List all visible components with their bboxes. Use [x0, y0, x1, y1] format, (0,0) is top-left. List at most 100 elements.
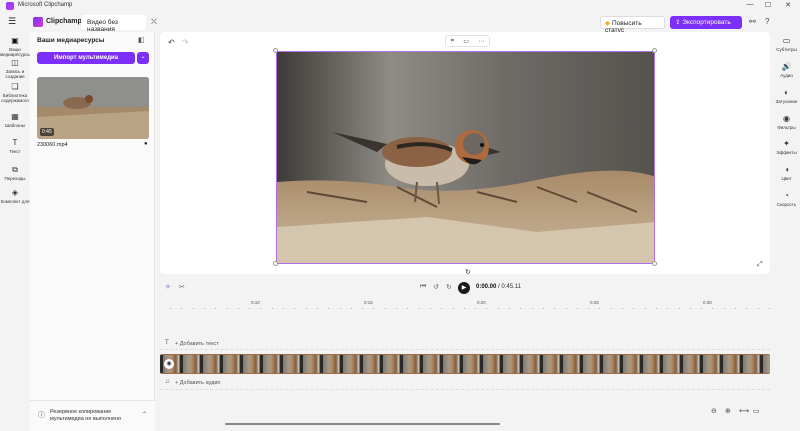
upgrade-button[interactable]: ◆ Повысить статус: [600, 16, 665, 34]
sidebar-item-templates[interactable]: ▦ Шаблоны: [0, 112, 30, 128]
help-icon[interactable]: ?: [765, 17, 769, 26]
ruler-tick: 0:30: [703, 300, 712, 305]
sidebar-item-label: Библиотека содержимого: [1, 93, 29, 103]
timeline-ruler[interactable]: 0:10 0:15 0:20 0:25 0:30: [160, 298, 770, 312]
ruler-dot: [576, 308, 578, 309]
hide-track-icon[interactable]: ◉: [164, 359, 174, 369]
split-icon[interactable]: ✂: [179, 283, 185, 291]
sidebar-item-captions[interactable]: ▭ Субтитры: [773, 36, 800, 52]
project-title-field[interactable]: Видео без названия: [81, 15, 146, 33]
ruler-dot: [249, 308, 251, 309]
more-options-icon[interactable]: ⋯: [478, 38, 484, 45]
clipchamp-logo: [33, 17, 43, 27]
hamburger-menu-icon[interactable]: ☰: [8, 17, 16, 26]
undo-icon[interactable]: ↶: [168, 38, 175, 47]
ruler-dot: [260, 308, 262, 309]
fullscreen-icon[interactable]: ⤢: [757, 261, 763, 269]
timecode: 0:00.00 / 0:45.11: [476, 284, 521, 290]
playback-controls: ✧ ✂ ⏮ ↺ ↻ ▶ 0:00.00 / 0:45.11: [160, 280, 770, 296]
ruler-dot: [283, 308, 284, 309]
app-icon: [6, 2, 14, 10]
ruler-dot: [294, 308, 296, 309]
ruler-dot: [610, 308, 612, 309]
clipchamp-app: Microsoft Clipchamp — ☐ ✕ ☰ Clipchamp Ви…: [0, 0, 800, 431]
import-options-button[interactable]: ⌄: [137, 52, 149, 64]
expand-timeline-icon[interactable]: ▭: [753, 407, 760, 415]
sidebar-item-label: Текст: [9, 149, 21, 154]
ruler-dot: [520, 308, 522, 309]
share-icon[interactable]: ⚯: [749, 17, 756, 26]
sidebar-item-speed[interactable]: ◔ Скорость: [773, 191, 800, 207]
transitions-icon: ⧉: [12, 165, 18, 174]
ruler-dot: [497, 308, 499, 309]
ruler-dot: [237, 308, 239, 309]
fit-icon[interactable]: ▭: [463, 38, 469, 45]
ruler-dot: [396, 308, 397, 309]
forward-5-icon[interactable]: ↻: [446, 283, 452, 291]
sidebar-item-label: Комплект для: [0, 199, 30, 204]
ruler-dot: [339, 308, 341, 309]
cloud-sync-off-icon[interactable]: ⛌: [151, 17, 157, 27]
ruler-dot: [373, 308, 375, 309]
brand-name: Clipchamp: [46, 18, 82, 25]
magic-icon[interactable]: ✧: [165, 283, 171, 291]
ruler-dot: [554, 308, 556, 309]
preview-canvas: ↶ ↷ ⌗ ▭ ⋯ ↻ ⤢: [160, 32, 770, 276]
resize-handle[interactable]: [273, 261, 278, 266]
resize-handle[interactable]: [652, 48, 657, 53]
timeline-zoom-controls: ⊖ ⊕ ⟷ ▭: [711, 407, 766, 419]
rotate-icon[interactable]: ↻: [465, 268, 471, 276]
sidebar-item-content-library[interactable]: ❏ Библиотека содержимого: [0, 82, 30, 103]
captions-icon: ▭: [782, 36, 791, 45]
play-button[interactable]: ▶: [458, 282, 470, 294]
collapse-panel-icon[interactable]: ◧: [138, 36, 145, 44]
resize-handle[interactable]: [273, 48, 278, 53]
sidebar-item-text[interactable]: T Текст: [0, 138, 30, 154]
ruler-dot: [622, 308, 623, 309]
media-file-name: 230060.mp4: [37, 142, 68, 148]
info-icon: ⓘ: [38, 412, 45, 419]
skip-back-icon[interactable]: ⏮: [420, 283, 426, 291]
video-preview[interactable]: [276, 51, 655, 264]
ruler-dot: [678, 308, 680, 309]
resize-handle[interactable]: [652, 261, 657, 266]
sidebar-item-brand-kit[interactable]: ◈ Комплект для: [0, 188, 30, 204]
ruler-tick: 0:15: [364, 300, 373, 305]
crop-icon[interactable]: ⌗: [451, 38, 454, 45]
sidebar-item-filters[interactable]: ◉ Фильтры: [773, 114, 800, 130]
export-button[interactable]: ⇪ Экспортировать ⌄: [670, 16, 742, 34]
templates-icon: ▦: [11, 112, 19, 121]
sidebar-item-audio[interactable]: 🔊 Аудио: [773, 62, 800, 78]
zoom-out-icon[interactable]: ⊖: [711, 407, 717, 415]
sidebar-item-effects[interactable]: ✦ Эффекты: [773, 139, 800, 155]
rewind-5-icon[interactable]: ↺: [433, 283, 439, 291]
total-time: / 0:45.11: [498, 284, 521, 290]
sidebar-item-label: Цвет: [781, 176, 792, 181]
ruler-dot: [565, 308, 567, 309]
ruler-tick: 0:10: [251, 300, 260, 305]
sidebar-item-record[interactable]: ◫ Запись и создание: [0, 58, 30, 79]
sidebar-item-transitions[interactable]: ⧉ Переходы: [0, 165, 30, 181]
audio-track[interactable]: ♫ + Добавить аудио: [160, 378, 770, 389]
redo-icon[interactable]: ↷: [182, 38, 189, 47]
video-clip[interactable]: ◉: [160, 354, 770, 374]
minimize-button[interactable]: —: [744, 1, 756, 8]
ruler-dot: [305, 308, 307, 309]
ruler-dot: [441, 308, 443, 309]
backup-status[interactable]: ⓘ Резервное копирование мультимедиа не в…: [30, 400, 155, 431]
sidebar-item-fade[interactable]: ◐ Затухание: [773, 88, 800, 104]
ruler-dot: [475, 308, 477, 309]
ruler-dot: [452, 308, 454, 309]
import-media-button[interactable]: Импорт мультимедиа: [37, 52, 135, 64]
sidebar-item-color[interactable]: ◑ Цвет: [773, 165, 800, 181]
ruler-dot: [689, 308, 691, 309]
media-panel-title: Ваши медиаресурсы: [37, 37, 105, 44]
fit-timeline-icon[interactable]: ⟷: [739, 407, 749, 415]
backup-status-text: Резервное копирование мультимедиа не вып…: [50, 409, 122, 422]
media-thumbnail[interactable]: 0:45: [37, 77, 149, 139]
timeline-scrollbar[interactable]: [225, 423, 500, 425]
maximize-button[interactable]: ☐: [762, 1, 774, 9]
sidebar-item-media[interactable]: ▣ Ваши медиаресурсы: [0, 36, 31, 57]
close-window-button[interactable]: ✕: [782, 1, 794, 9]
zoom-in-icon[interactable]: ⊕: [725, 407, 731, 415]
